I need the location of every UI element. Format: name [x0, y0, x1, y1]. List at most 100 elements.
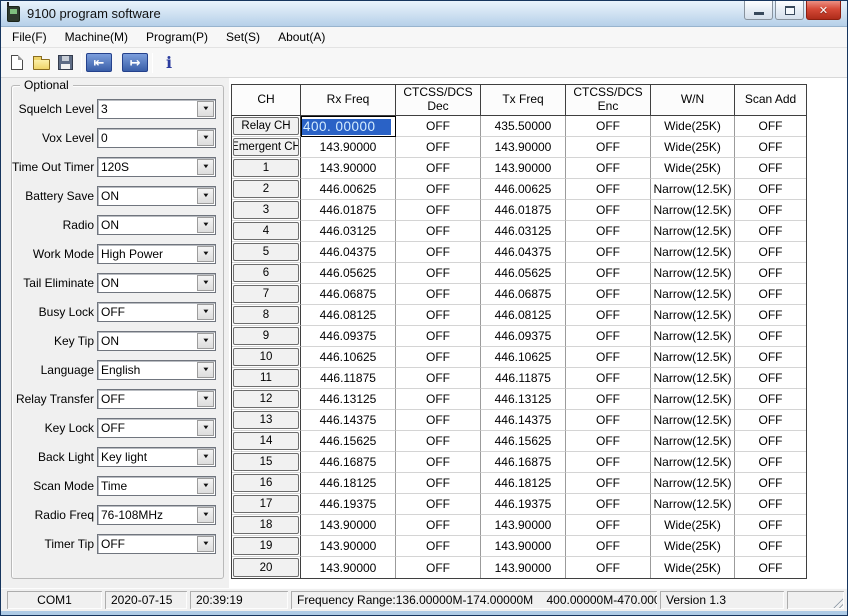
option-combobox[interactable]: 120S ▼	[97, 157, 216, 177]
ctcss-dec-cell[interactable]: OFF	[396, 410, 481, 431]
channel-row-header[interactable]: 17	[232, 494, 301, 515]
tx-freq-cell[interactable]: 446.19375	[481, 494, 566, 515]
ctcss-enc-cell[interactable]: OFF	[566, 116, 651, 137]
ctcss-dec-cell[interactable]: OFF	[396, 137, 481, 158]
wn-cell[interactable]: Wide(25K)	[651, 116, 735, 137]
scan-add-cell[interactable]: OFF	[735, 431, 806, 452]
channel-row-header[interactable]: 7	[232, 284, 301, 305]
scan-add-cell[interactable]: OFF	[735, 536, 806, 557]
wn-cell[interactable]: Wide(25K)	[651, 158, 735, 179]
option-combobox[interactable]: 3 ▼	[97, 99, 216, 119]
scan-add-cell[interactable]: OFF	[735, 557, 806, 578]
tx-freq-cell[interactable]: 143.90000	[481, 137, 566, 158]
tx-freq-cell[interactable]: 446.05625	[481, 263, 566, 284]
channel-row-header[interactable]: 8	[232, 305, 301, 326]
rx-freq-cell[interactable]: 143.90000	[301, 536, 396, 557]
tx-freq-cell[interactable]: 446.06875	[481, 284, 566, 305]
option-combobox[interactable]: Key light ▼	[97, 447, 216, 467]
scan-add-cell[interactable]: OFF	[735, 452, 806, 473]
wn-cell[interactable]: Narrow(12.5K)	[651, 263, 735, 284]
rx-freq-cell[interactable]: 446.11875	[301, 368, 396, 389]
combobox-dropdown-button[interactable]: ▼	[197, 130, 214, 146]
ctcss-enc-cell[interactable]: OFF	[566, 347, 651, 368]
ctcss-enc-cell[interactable]: OFF	[566, 494, 651, 515]
read-from-radio-button[interactable]: ⇤	[86, 53, 112, 72]
rx-freq-cell[interactable]: 446.14375	[301, 410, 396, 431]
option-combobox[interactable]: English ▼	[97, 360, 216, 380]
channel-row-header[interactable]: 19	[232, 536, 301, 557]
ctcss-dec-cell[interactable]: OFF	[396, 284, 481, 305]
rx-freq-cell[interactable]: 446.03125	[301, 221, 396, 242]
ctcss-enc-cell[interactable]: OFF	[566, 284, 651, 305]
ctcss-enc-cell[interactable]: OFF	[566, 179, 651, 200]
ctcss-enc-cell[interactable]: OFF	[566, 389, 651, 410]
channel-row-header[interactable]: 13	[232, 410, 301, 431]
scan-add-cell[interactable]: OFF	[735, 347, 806, 368]
wn-cell[interactable]: Narrow(12.5K)	[651, 389, 735, 410]
option-combobox[interactable]: OFF ▼	[97, 418, 216, 438]
menu-item[interactable]: Set(S)	[217, 28, 269, 46]
channel-row-header[interactable]: Emergent CH	[232, 137, 301, 158]
ctcss-enc-cell[interactable]: OFF	[566, 221, 651, 242]
tx-freq-cell[interactable]: 446.14375	[481, 410, 566, 431]
scan-add-cell[interactable]: OFF	[735, 179, 806, 200]
tx-freq-cell[interactable]: 446.09375	[481, 326, 566, 347]
maximize-button[interactable]	[775, 1, 804, 20]
ctcss-dec-cell[interactable]: OFF	[396, 557, 481, 578]
menu-item[interactable]: About(A)	[269, 28, 334, 46]
scan-add-cell[interactable]: OFF	[735, 242, 806, 263]
ctcss-enc-cell[interactable]: OFF	[566, 263, 651, 284]
option-combobox[interactable]: 76-108MHz ▼	[97, 505, 216, 525]
channel-row-header[interactable]: 3	[232, 200, 301, 221]
scan-add-cell[interactable]: OFF	[735, 284, 806, 305]
ctcss-enc-cell[interactable]: OFF	[566, 305, 651, 326]
ctcss-enc-cell[interactable]: OFF	[566, 326, 651, 347]
tx-freq-cell[interactable]: 143.90000	[481, 158, 566, 179]
combobox-dropdown-button[interactable]: ▼	[197, 188, 214, 204]
ctcss-enc-cell[interactable]: OFF	[566, 410, 651, 431]
channel-row-header[interactable]: 18	[232, 515, 301, 536]
grid-column-header[interactable]: Scan Add	[735, 85, 806, 116]
option-combobox[interactable]: OFF ▼	[97, 389, 216, 409]
option-combobox[interactable]: ON ▼	[97, 215, 216, 235]
rx-freq-cell[interactable]: 446.08125	[301, 305, 396, 326]
write-to-radio-button[interactable]: ↦	[122, 53, 148, 72]
wn-cell[interactable]: Narrow(12.5K)	[651, 284, 735, 305]
wn-cell[interactable]: Narrow(12.5K)	[651, 305, 735, 326]
wn-cell[interactable]: Narrow(12.5K)	[651, 431, 735, 452]
rx-freq-cell[interactable]: 446.00625	[301, 179, 396, 200]
scan-add-cell[interactable]: OFF	[735, 368, 806, 389]
wn-cell[interactable]: Narrow(12.5K)	[651, 242, 735, 263]
grid-column-header[interactable]: Rx Freq	[301, 85, 396, 116]
option-combobox[interactable]: ON ▼	[97, 331, 216, 351]
tx-freq-cell[interactable]: 143.90000	[481, 515, 566, 536]
tx-freq-cell[interactable]: 143.90000	[481, 536, 566, 557]
rx-freq-cell[interactable]: 143.90000	[301, 557, 396, 578]
rx-freq-cell[interactable]: 143.90000	[301, 515, 396, 536]
ctcss-dec-cell[interactable]: OFF	[396, 473, 481, 494]
channel-row-header[interactable]: 15	[232, 452, 301, 473]
ctcss-enc-cell[interactable]: OFF	[566, 536, 651, 557]
menu-item[interactable]: File(F)	[3, 28, 56, 46]
tx-freq-cell[interactable]: 446.15625	[481, 431, 566, 452]
wn-cell[interactable]: Narrow(12.5K)	[651, 221, 735, 242]
channel-row-header[interactable]: 5	[232, 242, 301, 263]
scan-add-cell[interactable]: OFF	[735, 305, 806, 326]
menu-item[interactable]: Program(P)	[137, 28, 217, 46]
combobox-dropdown-button[interactable]: ▼	[197, 391, 214, 407]
scan-add-cell[interactable]: OFF	[735, 116, 806, 137]
option-combobox[interactable]: OFF ▼	[97, 302, 216, 322]
scan-add-cell[interactable]: OFF	[735, 473, 806, 494]
tx-freq-cell[interactable]: 446.13125	[481, 389, 566, 410]
tx-freq-cell[interactable]: 446.16875	[481, 452, 566, 473]
close-button[interactable]: ✕	[806, 1, 841, 20]
ctcss-dec-cell[interactable]: OFF	[396, 536, 481, 557]
ctcss-dec-cell[interactable]: OFF	[396, 515, 481, 536]
wn-cell[interactable]: Wide(25K)	[651, 137, 735, 158]
wn-cell[interactable]: Narrow(12.5K)	[651, 410, 735, 431]
ctcss-enc-cell[interactable]: OFF	[566, 452, 651, 473]
tx-freq-cell[interactable]: 446.03125	[481, 221, 566, 242]
about-info-button[interactable]: i	[157, 51, 181, 75]
wn-cell[interactable]: Narrow(12.5K)	[651, 368, 735, 389]
rx-freq-cell[interactable]: 446.13125	[301, 389, 396, 410]
